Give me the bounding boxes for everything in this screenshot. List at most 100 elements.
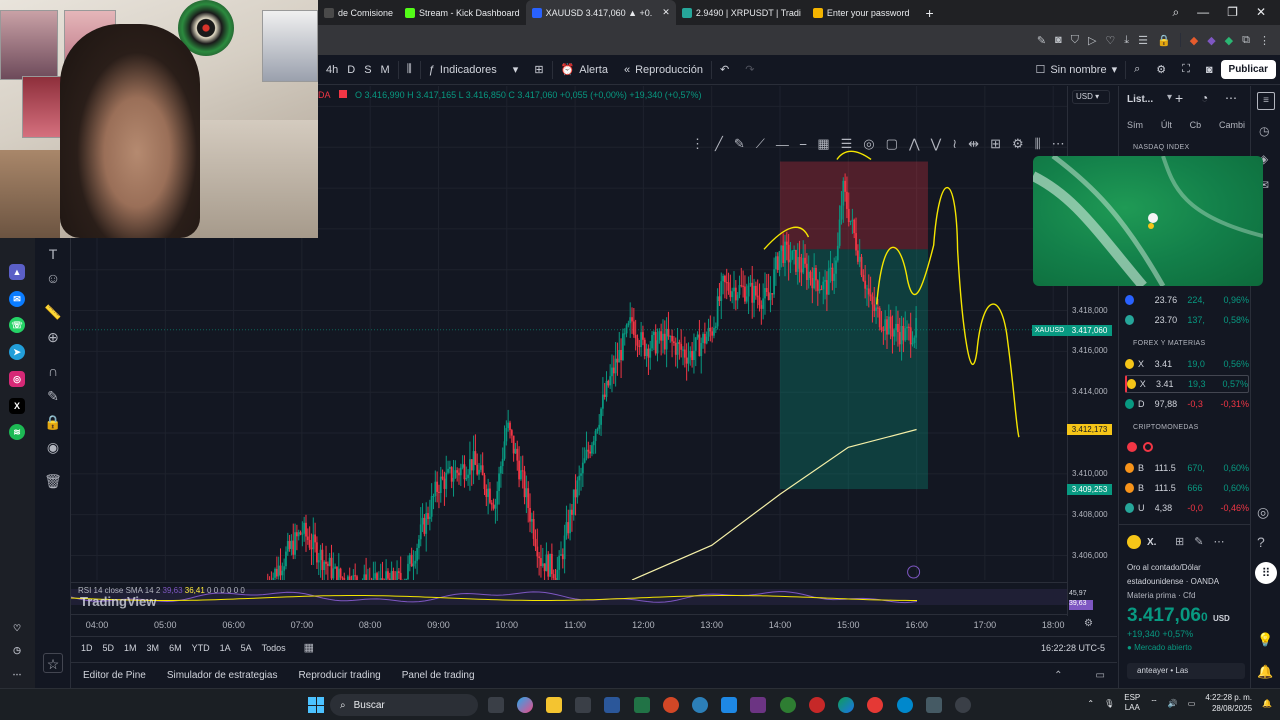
settings-icon[interactable]: ⚙ <box>1012 136 1024 152</box>
candle-type-icon[interactable]: ⫼ <box>399 63 420 76</box>
range-1m[interactable]: 1M <box>124 643 137 653</box>
browser-tab[interactable]: 2.9490 | XRPUSDT | Tradi <box>676 0 807 25</box>
browser-tab[interactable]: Enter your password <box>807 0 916 25</box>
fullscreen-icon[interactable]: ⛶ <box>1174 63 1198 76</box>
snapshot-icon[interactable]: ◙ <box>1198 64 1221 76</box>
drag-handle-icon[interactable]: ⋮ <box>691 136 704 152</box>
ruler-tool-icon[interactable]: 📏 <box>43 302 63 322</box>
replay-trading-tab[interactable]: Reproducir trading <box>298 670 380 681</box>
target-circle-icon[interactable]: ◎ <box>1257 504 1269 521</box>
alert-button[interactable]: ⏰ Alerta <box>553 63 616 77</box>
flag-icon[interactable] <box>338 90 347 98</box>
puzzle-extension-icon[interactable]: ⧉ <box>1242 34 1250 47</box>
timeframe-d[interactable]: D <box>347 64 355 76</box>
heart-outline-icon[interactable]: ♡ <box>1105 34 1115 47</box>
watchlist-title[interactable]: List... <box>1127 94 1153 105</box>
time-axis[interactable]: 04:00 05:00 06:00 07:00 08:00 09:00 10:00 11:00… <box>71 614 1067 634</box>
watchlist-row[interactable]: D 97,88 -0,3 -0,31% <box>1125 395 1249 413</box>
taskbar-search[interactable]: ⌕ Buscar <box>330 694 478 716</box>
notification-icon[interactable]: 🔔 <box>1257 664 1273 680</box>
edit-page-icon[interactable]: ✎ <box>1037 34 1046 47</box>
video-overlay[interactable] <box>1033 156 1263 286</box>
quick-search-icon[interactable]: ⌕ <box>1126 63 1148 76</box>
watchlist-dropdown-icon[interactable]: ▾ <box>1167 92 1172 103</box>
details-symbol[interactable]: X. <box>1147 537 1156 548</box>
zoom-in-icon[interactable]: ⊕ <box>43 327 63 347</box>
alarm-icon[interactable]: ◷ <box>1259 124 1269 138</box>
watchlist-menu-icon[interactable]: ⋯ <box>1225 91 1237 105</box>
range-5a[interactable]: 5A <box>241 643 252 653</box>
lines-icon[interactable]: ☰ <box>841 136 853 152</box>
wifi-icon[interactable]: ⌔ <box>1150 698 1158 708</box>
bulb-icon[interactable]: 💡 <box>1257 632 1273 648</box>
watchlist-icon[interactable]: ≡ <box>1257 92 1275 110</box>
collapse-icon[interactable]: ⌃ <box>1054 670 1062 681</box>
trend-line-icon[interactable]: ╱ <box>715 136 723 152</box>
close-icon[interactable]: ✕ <box>1256 5 1266 20</box>
pen-icon[interactable]: ✎ <box>734 136 745 152</box>
target-icon[interactable]: ◎ <box>863 136 874 152</box>
magnet-icon[interactable]: ∩ <box>43 361 63 381</box>
chart-settings-icon[interactable]: ⚙ <box>1148 63 1174 76</box>
watchlist-row[interactable]: 23.70 137, 0,58% <box>1125 311 1249 329</box>
indicators-dropdown-icon[interactable]: ▾ <box>505 63 527 76</box>
layout-button[interactable]: ☐ Sin nombre ▾ <box>1027 63 1125 77</box>
trading-panel-tab[interactable]: Panel de trading <box>402 670 475 681</box>
watchlist-column-header[interactable]: Sím <box>1127 120 1143 130</box>
brush-icon[interactable]: ⟋ <box>756 136 765 152</box>
wave-icon[interactable]: ≀ <box>952 136 957 152</box>
range-1d[interactable]: 1D <box>81 643 93 653</box>
history-icon[interactable]: ◷ <box>9 642 25 658</box>
range-1a[interactable]: 1A <box>220 643 231 653</box>
text-tool-icon[interactable]: T <box>43 244 63 264</box>
battery-icon[interactable]: ▭ <box>1188 699 1196 708</box>
watchlist-column-header[interactable]: Cb <box>1190 120 1202 130</box>
file-explorer-icon[interactable] <box>546 697 562 713</box>
telegram-taskbar-icon[interactable] <box>897 697 913 713</box>
add-symbol-icon[interactable]: + <box>1175 90 1183 106</box>
language-indicator[interactable]: ESP LAA <box>1124 693 1140 713</box>
timeframe-s[interactable]: S <box>364 64 371 76</box>
more-icon[interactable]: ⋯ <box>1052 136 1065 152</box>
volume-icon[interactable]: 🔊 <box>1168 699 1178 708</box>
calendar-icon[interactable]: ▦ <box>304 641 314 654</box>
whatsapp-icon[interactable]: ☏ <box>9 317 25 333</box>
mic-icon[interactable]: 🎙 <box>1104 699 1114 708</box>
lock-icon[interactable]: 🔒 <box>43 412 63 432</box>
search-tabs-icon[interactable]: ⌕ <box>1172 5 1179 20</box>
spotify-icon[interactable]: ≋ <box>9 424 25 440</box>
app-c-icon[interactable] <box>692 697 708 713</box>
watchlist-row[interactable]: X 3.41 19,0 0,56% <box>1125 355 1249 373</box>
obs-icon[interactable] <box>750 697 766 713</box>
download-icon[interactable]: ⤓ <box>1124 34 1129 47</box>
grid-view-icon[interactable]: ⊞ <box>1175 535 1184 548</box>
maximize-icon[interactable]: ▭ <box>1096 670 1105 681</box>
pattern-icon[interactable]: ⋀ <box>909 136 920 152</box>
settings-gear-icon[interactable]: ⚙ <box>1084 618 1093 629</box>
range-5d[interactable]: 5D <box>103 643 115 653</box>
watchlist-row[interactable]: X 3.41 19,3 0,57% <box>1125 375 1249 393</box>
details-menu-icon[interactable]: ⋯ <box>1213 535 1224 548</box>
edit-icon[interactable]: ✎ <box>1194 535 1203 548</box>
task-view-icon[interactable] <box>488 697 504 713</box>
messenger-icon[interactable]: ✉ <box>9 291 25 307</box>
excel-icon[interactable] <box>634 697 650 713</box>
browser-tab[interactable]: de Comisione <box>318 0 399 25</box>
watchlist-row[interactable]: B 111.5 670, 0,60% <box>1125 459 1249 477</box>
horizontal-line-icon[interactable]: — <box>776 137 789 152</box>
telegram-icon[interactable]: ➤ <box>9 344 25 360</box>
x-icon[interactable]: X <box>9 398 25 414</box>
app-icon-1[interactable]: ▲ <box>9 264 25 280</box>
word-icon[interactable] <box>604 697 620 713</box>
cross-icon[interactable]: ⊞ <box>990 136 1001 152</box>
range-6m[interactable]: 6M <box>169 643 182 653</box>
restore-icon[interactable]: ❐ <box>1227 5 1238 20</box>
pine-editor-tab[interactable]: Editor de Pine <box>83 670 146 681</box>
bookmark-icon[interactable]: ☰ <box>1138 34 1148 47</box>
browser-menu-icon[interactable]: ⋮ <box>1259 34 1270 47</box>
redo-icon[interactable]: ↷ <box>737 63 762 76</box>
news-item[interactable]: anteayer • Las <box>1127 663 1245 679</box>
indicators-button[interactable]: ƒ Indicadores <box>421 64 505 76</box>
watchlist-row[interactable]: U 4,38 -0,0 -0,46% <box>1125 499 1249 517</box>
app-red-icon[interactable] <box>809 697 825 713</box>
